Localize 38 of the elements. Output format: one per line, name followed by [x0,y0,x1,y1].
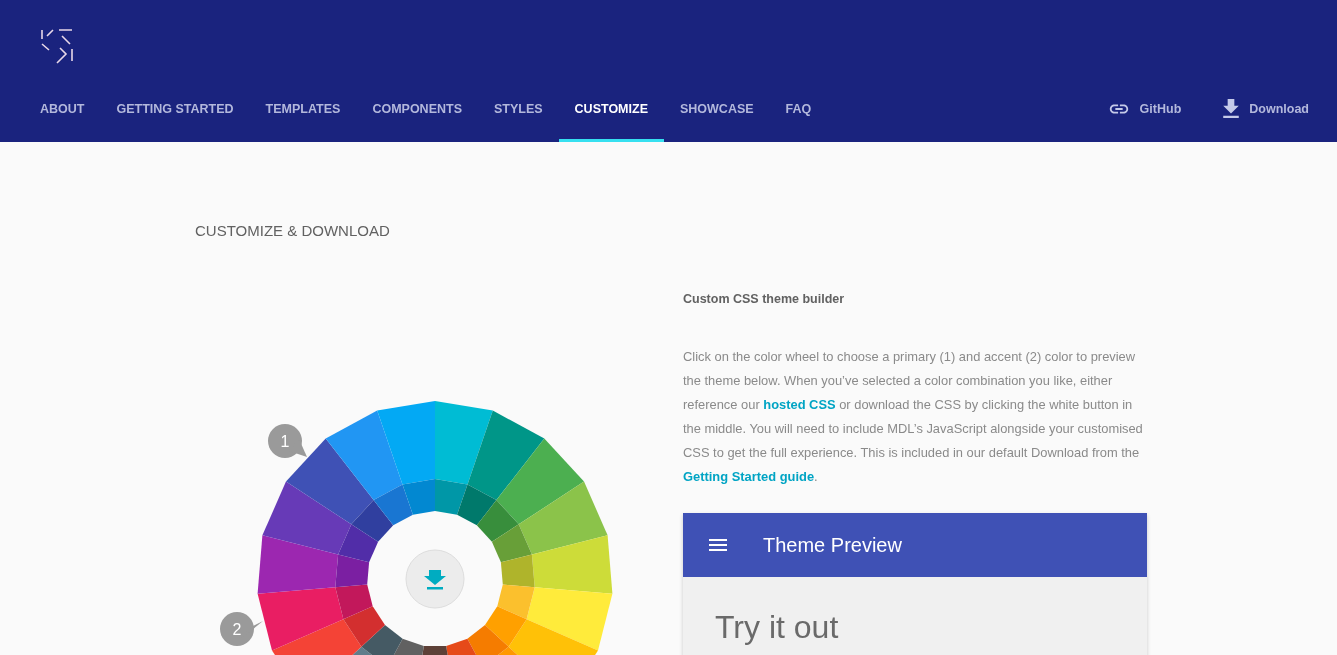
preview-title: Theme Preview [763,533,902,557]
color-swatch[interactable] [422,646,448,655]
nav-tab[interactable]: COMPONENTS [356,78,478,142]
nav-tab[interactable]: SHOWCASE [664,78,770,142]
nav-tab[interactable]: ABOUT [24,78,101,142]
menu-icon[interactable] [709,539,727,551]
color-swatch[interactable] [467,625,519,655]
download-icon [1223,98,1240,119]
color-swatch[interactable] [257,535,370,594]
color-swatch[interactable] [485,606,598,655]
nav-tab[interactable]: TEMPLATES [249,78,357,142]
color-swatch[interactable] [272,606,385,655]
header-link[interactable]: GitHub [1139,101,1182,116]
logo-icon[interactable] [40,28,74,64]
color-swatch[interactable] [497,584,613,651]
nav-tab[interactable]: FAQ [769,78,828,142]
color-swatch[interactable] [351,625,403,655]
color-swatch[interactable] [457,410,545,526]
color-swatch[interactable] [257,584,373,651]
color-swatch[interactable] [393,638,424,655]
color-swatch[interactable] [491,481,608,563]
color-swatch[interactable] [325,410,413,526]
description-paragraph: Click on the color wheel to choose a primary (1) and accent (2) color to preview the theme below. When you’ve selected a color combination you like, either reference our hosted CSS or download the CSS by clicking the white button in the middle. You will need to include MDL’s JavaScript alongside your customised CSS to get the full experience. This is included in our default Download from the Getting Started guide. [683,348,1144,486]
nav-tab[interactable]: CUSTOMIZE [558,78,664,142]
color-swatch[interactable] [435,401,493,515]
color-swatch[interactable] [262,481,379,563]
preview-heading: Try it out [715,609,840,646]
color-swatch[interactable] [377,401,435,515]
download-icon [424,570,446,590]
section-heading: Custom CSS theme builder [683,291,846,307]
color-swatch[interactable] [446,638,477,655]
color-swatch[interactable] [500,535,613,594]
page-title: CUSTOMIZE & DOWNLOAD [195,222,391,239]
nav-tab[interactable]: STYLES [477,78,559,142]
header-link[interactable]: Download [1249,101,1309,116]
color-swatch[interactable] [476,438,584,542]
download-button[interactable] [405,549,465,609]
nav-tab[interactable]: GETTING STARTED [100,78,250,142]
